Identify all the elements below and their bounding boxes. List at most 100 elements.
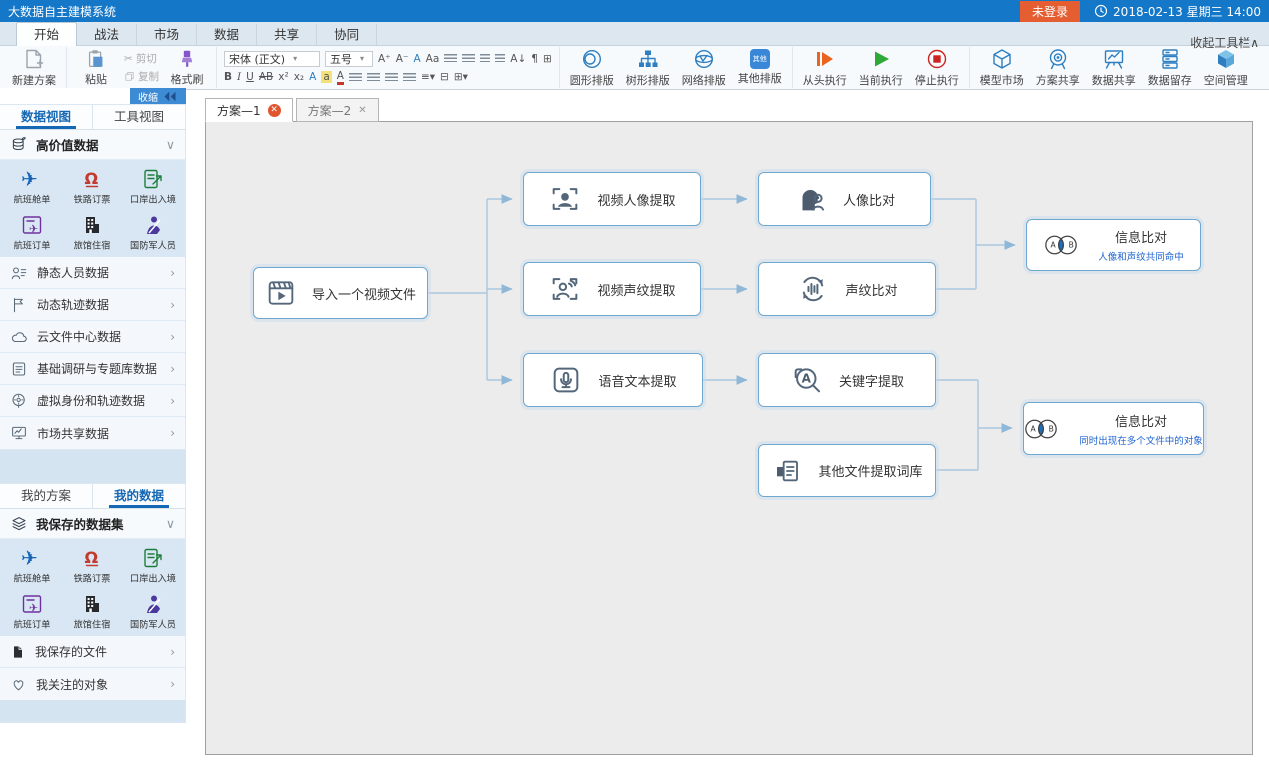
- align-left-icon[interactable]: [349, 73, 362, 82]
- face-compare-icon: [794, 182, 828, 216]
- model-market-button[interactable]: 模型市场: [977, 47, 1027, 88]
- ribbon-tab-collab[interactable]: 协同: [317, 24, 377, 45]
- change-case-button[interactable]: Aa: [426, 53, 440, 65]
- network-layout-button[interactable]: 网络排版: [679, 47, 729, 88]
- borders-icon[interactable]: ⊞▾: [454, 71, 468, 83]
- ribbon-tab-start[interactable]: 开始: [16, 22, 77, 46]
- flow-node-video-voiceprint-extract[interactable]: 视频声纹提取: [523, 262, 701, 316]
- dataset-hotel-stay[interactable]: 旅馆住宿: [62, 589, 122, 632]
- new-plan-button[interactable]: 新建方案: [9, 47, 59, 88]
- flow-node-video-face-extract[interactable]: 视频人像提取: [523, 172, 701, 226]
- category-cloud-file-data[interactable]: 云文件中心数据›: [0, 321, 185, 353]
- dataset-flight-order[interactable]: 航班订单: [2, 589, 62, 632]
- flow-node-info-compare-2[interactable]: AB 信息比对 同时出现在多个文件中的对象: [1023, 402, 1204, 455]
- tab-tool-view[interactable]: 工具视图: [92, 105, 185, 129]
- railway-ticket-icon: [80, 167, 104, 191]
- tab-data-view[interactable]: 数据视图: [0, 105, 92, 129]
- category-dynamic-track-data[interactable]: 动态轨迹数据›: [0, 289, 185, 321]
- tab-my-plans[interactable]: 我的方案: [0, 484, 92, 508]
- item-my-followed-objects[interactable]: 我关注的对象›: [0, 668, 185, 700]
- stop-exec-button[interactable]: 停止执行: [912, 47, 962, 88]
- flow-node-keyword-extract[interactable]: A 关键字提取: [758, 353, 936, 407]
- ribbon-tab-share[interactable]: 共享: [257, 24, 317, 45]
- space-manage-button[interactable]: 空间管理: [1201, 47, 1251, 88]
- shrink-font-button[interactable]: A⁻: [396, 53, 409, 65]
- dataset-flight-manifest[interactable]: 航班舱单: [2, 164, 62, 207]
- flow-node-speech-text-extract[interactable]: 语音文本提取: [523, 353, 703, 407]
- sort-icon[interactable]: A↓: [510, 53, 526, 65]
- run-current-button[interactable]: 当前执行: [856, 47, 906, 88]
- text-outline-button[interactable]: A: [309, 71, 316, 83]
- subscript-button[interactable]: x₂: [294, 71, 304, 83]
- category-virtual-identity-data[interactable]: 虚拟身份和轨迹数据›: [0, 385, 185, 417]
- collapse-toolbar-button[interactable]: 收起工具栏∧: [1190, 34, 1259, 51]
- flow-canvas[interactable]: 导入一个视频文件 视频人像提取 视频声纹提取 语音文本提取 人像比对: [205, 121, 1253, 755]
- circular-layout-button[interactable]: 圆形排版: [567, 47, 617, 88]
- font-color-button[interactable]: A: [337, 70, 344, 85]
- bold-button[interactable]: B: [224, 71, 232, 83]
- run-from-start-button[interactable]: 从头执行: [800, 47, 850, 88]
- flow-node-import-video-file[interactable]: 导入一个视频文件: [253, 267, 428, 319]
- ribbon-tab-tactics[interactable]: 战法: [77, 24, 137, 45]
- flow-node-other-file-lexicon[interactable]: 其他文件提取词库: [758, 444, 936, 497]
- login-status-badge[interactable]: 未登录: [1020, 1, 1080, 22]
- tree-layout-button[interactable]: 树形排版: [623, 47, 673, 88]
- other-layout-button[interactable]: 其他 其他排版: [735, 49, 785, 86]
- close-circle-icon[interactable]: ✕: [268, 104, 281, 117]
- shading-icon[interactable]: ⊟: [440, 71, 449, 83]
- item-label: 我保存的文件: [35, 643, 107, 660]
- text-effects-button[interactable]: A: [413, 53, 420, 65]
- grow-font-button[interactable]: A⁺: [378, 53, 391, 65]
- italic-button[interactable]: I: [237, 71, 241, 83]
- number-list-icon[interactable]: [462, 54, 475, 63]
- data-share-button[interactable]: 数据共享: [1089, 47, 1139, 88]
- paste-button[interactable]: 粘贴: [74, 48, 118, 87]
- format-painter-button[interactable]: 格式刷: [165, 48, 209, 87]
- dataset-railway-ticket[interactable]: 铁路订票: [62, 543, 122, 586]
- section-high-value-data[interactable]: 高价值数据 ∨: [0, 130, 185, 160]
- dataset-flight-order[interactable]: 航班订单: [2, 210, 62, 253]
- section-saved-datasets[interactable]: 我保存的数据集 ∨: [0, 509, 185, 539]
- category-market-shared-data[interactable]: 市场共享数据›: [0, 417, 185, 449]
- category-survey-library-data[interactable]: 基础调研与专题库数据›: [0, 353, 185, 385]
- plan-share-button[interactable]: 方案共享: [1033, 47, 1083, 88]
- item-my-saved-files[interactable]: 我保存的文件›: [0, 636, 185, 668]
- ribbon-tab-data[interactable]: 数据: [197, 24, 257, 45]
- font-size-select[interactable]: 五号▾: [325, 51, 373, 67]
- canvas-tab-plan-2[interactable]: 方案—2 ✕: [296, 98, 379, 122]
- flow-node-voiceprint-compare[interactable]: 声纹比对: [758, 262, 936, 316]
- dataset-military-personnel[interactable]: 国防军人员: [123, 589, 183, 632]
- dataset-hotel-stay[interactable]: 旅馆住宿: [62, 210, 122, 253]
- other-layout-icon: 其他: [750, 49, 770, 69]
- indent-decrease-icon[interactable]: [480, 54, 490, 63]
- align-right-icon[interactable]: [385, 73, 398, 82]
- align-justify-icon[interactable]: [403, 73, 416, 82]
- dataset-flight-manifest[interactable]: 航班舱单: [2, 543, 62, 586]
- tab-my-data[interactable]: 我的数据: [92, 484, 185, 508]
- table-icon[interactable]: ⊞: [543, 53, 552, 65]
- category-static-person-data[interactable]: 静态人员数据›: [0, 257, 185, 289]
- dataset-border-entry[interactable]: 口岸出入境: [123, 164, 183, 207]
- superscript-button[interactable]: x²: [278, 71, 288, 83]
- ribbon-tab-market[interactable]: 市场: [137, 24, 197, 45]
- dataset-border-entry[interactable]: 口岸出入境: [123, 543, 183, 586]
- bullet-list-icon[interactable]: [444, 54, 457, 63]
- canvas-tab-plan-1[interactable]: 方案—1 ✕: [205, 98, 293, 122]
- flow-node-face-compare[interactable]: 人像比对: [758, 172, 931, 226]
- paragraph-mark-icon[interactable]: ¶: [531, 53, 538, 65]
- highlight-color-button[interactable]: a: [321, 71, 331, 83]
- indent-increase-icon[interactable]: [495, 54, 505, 63]
- close-icon[interactable]: ✕: [358, 105, 366, 116]
- underline-button[interactable]: U: [246, 71, 254, 83]
- data-retention-button[interactable]: 数据留存: [1145, 47, 1195, 88]
- line-spacing-icon[interactable]: ≡▾: [421, 71, 435, 83]
- strikethrough-button[interactable]: AB: [259, 71, 273, 83]
- cut-button[interactable]: ✂剪切: [124, 51, 159, 66]
- flow-node-info-compare-1[interactable]: AB 信息比对 人像和声纹共同命中: [1026, 219, 1201, 271]
- dataset-railway-ticket[interactable]: 铁路订票: [62, 164, 122, 207]
- copy-button[interactable]: 复制: [124, 69, 159, 84]
- font-family-select[interactable]: 宋体 (正文)▾: [224, 51, 320, 67]
- dataset-military-personnel[interactable]: 国防军人员: [123, 210, 183, 253]
- sidebar-collapse-button[interactable]: 收缩: [130, 88, 186, 104]
- align-center-icon[interactable]: [367, 73, 380, 82]
